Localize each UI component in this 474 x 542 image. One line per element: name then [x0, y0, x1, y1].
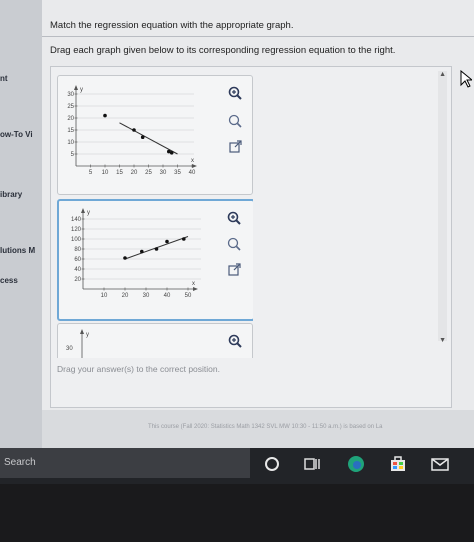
- graph1-x-tick-label: 35: [174, 170, 181, 176]
- sidebar-item-library[interactable]: ibrary: [0, 190, 22, 199]
- zoom-in-icon[interactable]: [226, 84, 244, 102]
- graph1-y-tick-label: 20: [67, 116, 74, 122]
- graph2-x-axis-label: x: [192, 281, 195, 287]
- zoom-in-icon[interactable]: [225, 209, 243, 227]
- graph2-x-tick-label: 40: [164, 293, 171, 299]
- graph1-x-tick-label: 15: [116, 170, 123, 176]
- mail-icon[interactable]: [430, 454, 450, 474]
- open-new-window-icon[interactable]: [225, 261, 243, 279]
- graph1-x-tick-label: 10: [102, 170, 109, 176]
- graph2-x-tick-label: 10: [101, 293, 108, 299]
- sidebar-item-0[interactable]: nt: [0, 74, 8, 83]
- graph3-y-axis-label: y: [86, 332, 89, 338]
- panel-scrollbar[interactable]: [438, 71, 447, 341]
- scroll-up-icon[interactable]: ▲: [439, 71, 446, 78]
- graph1-data-point: [169, 151, 174, 155]
- graph2-y-tick-label: 40: [74, 267, 81, 273]
- graph1-y-tick-label: 5: [71, 152, 75, 158]
- cortana-icon[interactable]: [262, 454, 282, 474]
- graph1-x-tick-label: 30: [160, 170, 167, 176]
- graph2-x-tick-label: 20: [122, 293, 129, 299]
- graph1-x-axis-arrow: [192, 164, 197, 168]
- drop-hint: Drag your answer(s) to the correct posit…: [57, 364, 220, 374]
- graph2-data-point: [165, 239, 169, 244]
- graph2-y-tick-label: 80: [74, 247, 81, 253]
- graph1-y-tick-label: 30: [67, 92, 74, 98]
- graph1-y-tick-label: 25: [67, 104, 74, 110]
- scroll-down-icon[interactable]: ▼: [439, 337, 446, 344]
- graph2-y-tick-label: 120: [71, 227, 82, 233]
- graph-card-2[interactable]: y x 140 120 100 80 60 40 20 10 20 30 40 50: [57, 199, 253, 321]
- graph1-x-tick-label: 40: [189, 170, 196, 176]
- scatter-plot-2: y x 140 120 100 80 60 40 20 10 20 30 40 50: [71, 208, 201, 299]
- scatter-plot-3: y 30: [66, 329, 89, 358]
- graph2-y-tick-label: 100: [71, 237, 82, 243]
- zoom-out-icon[interactable]: [226, 112, 244, 130]
- mouse-cursor-icon: [460, 70, 472, 88]
- graph1-data-point: [140, 135, 145, 139]
- graph2-y-axis-arrow: [81, 208, 85, 213]
- windows-taskbar: Search: [0, 448, 474, 484]
- graph1-x-axis-label: x: [191, 158, 194, 164]
- graph2-x-axis-arrow: [193, 287, 198, 291]
- zoom-in-icon[interactable]: [226, 332, 244, 350]
- graph2-data-point: [123, 256, 127, 260]
- open-new-window-icon[interactable]: [226, 138, 244, 156]
- question-title: Match the regression equation with the a…: [50, 20, 294, 31]
- task-view-icon[interactable]: [302, 454, 322, 474]
- graph2-data-point: [182, 237, 186, 241]
- graph1-y-axis-label: y: [80, 87, 83, 93]
- graph1-x-tick-label: 20: [131, 170, 138, 176]
- drag-drop-panel: y x 30 25 20 15 10 5 5 10 15 20 25 30 35 40 y x 140 120 100…: [50, 66, 452, 408]
- course-footer: This course (Fall 2020: Statistics Math …: [148, 424, 383, 430]
- edge-browser-icon[interactable]: [346, 454, 366, 474]
- graph2-y-axis-label: y: [87, 210, 90, 216]
- graph1-x-tick-label: 25: [145, 170, 152, 176]
- graph1-x-tick-label: 5: [89, 170, 93, 176]
- store-icon[interactable]: [388, 454, 408, 474]
- graph1-data-point: [103, 113, 107, 118]
- browser-window: nt ow-To Vi ibrary lutions M cess Match …: [0, 0, 474, 448]
- graph1-y-axis-arrow: [74, 85, 78, 90]
- graph-source-list: y x 30 25 20 15 10 5 5 10 15 20 25 30 35 40 y x 140 120 100…: [57, 73, 253, 358]
- zoom-out-icon[interactable]: [225, 235, 243, 253]
- sidebar-item-how-to-videos[interactable]: ow-To Vi: [0, 130, 33, 139]
- graph2-y-tick-label: 20: [74, 277, 81, 283]
- graph2-y-tick-label: 140: [71, 217, 82, 223]
- question-instruction: Drag each graph given below to its corre…: [50, 45, 396, 56]
- graph1-y-tick-label: 10: [67, 140, 74, 146]
- graph2-x-tick-label: 50: [185, 293, 192, 299]
- graph1-data-point: [132, 128, 136, 132]
- graph3-y-tick: 30: [66, 346, 73, 352]
- graph1-y-tick-label: 15: [67, 128, 74, 134]
- question-area: Match the regression equation with the a…: [42, 0, 474, 410]
- sidebar-item-access[interactable]: cess: [0, 276, 18, 285]
- graph2-y-tick-label: 60: [74, 257, 81, 263]
- graph2-x-tick-label: 30: [143, 293, 150, 299]
- graph-card-3[interactable]: y 30: [57, 323, 253, 358]
- graph1-regression-line: [119, 122, 178, 155]
- scatter-plot-1: y x 30 25 20 15 10 5 5 10 15 20 25 30 35 40: [67, 85, 197, 176]
- graph-card-1[interactable]: y x 30 25 20 15 10 5 5 10 15 20 25 30 35 40: [57, 75, 253, 195]
- sidebar-item-solutions[interactable]: lutions M: [0, 246, 35, 255]
- title-divider: [42, 36, 474, 37]
- graph2-data-point: [154, 247, 159, 251]
- graph2-data-point: [140, 249, 144, 254]
- taskbar-search[interactable]: Search: [0, 448, 250, 478]
- course-sidebar: nt ow-To Vi ibrary lutions M cess: [0, 0, 42, 448]
